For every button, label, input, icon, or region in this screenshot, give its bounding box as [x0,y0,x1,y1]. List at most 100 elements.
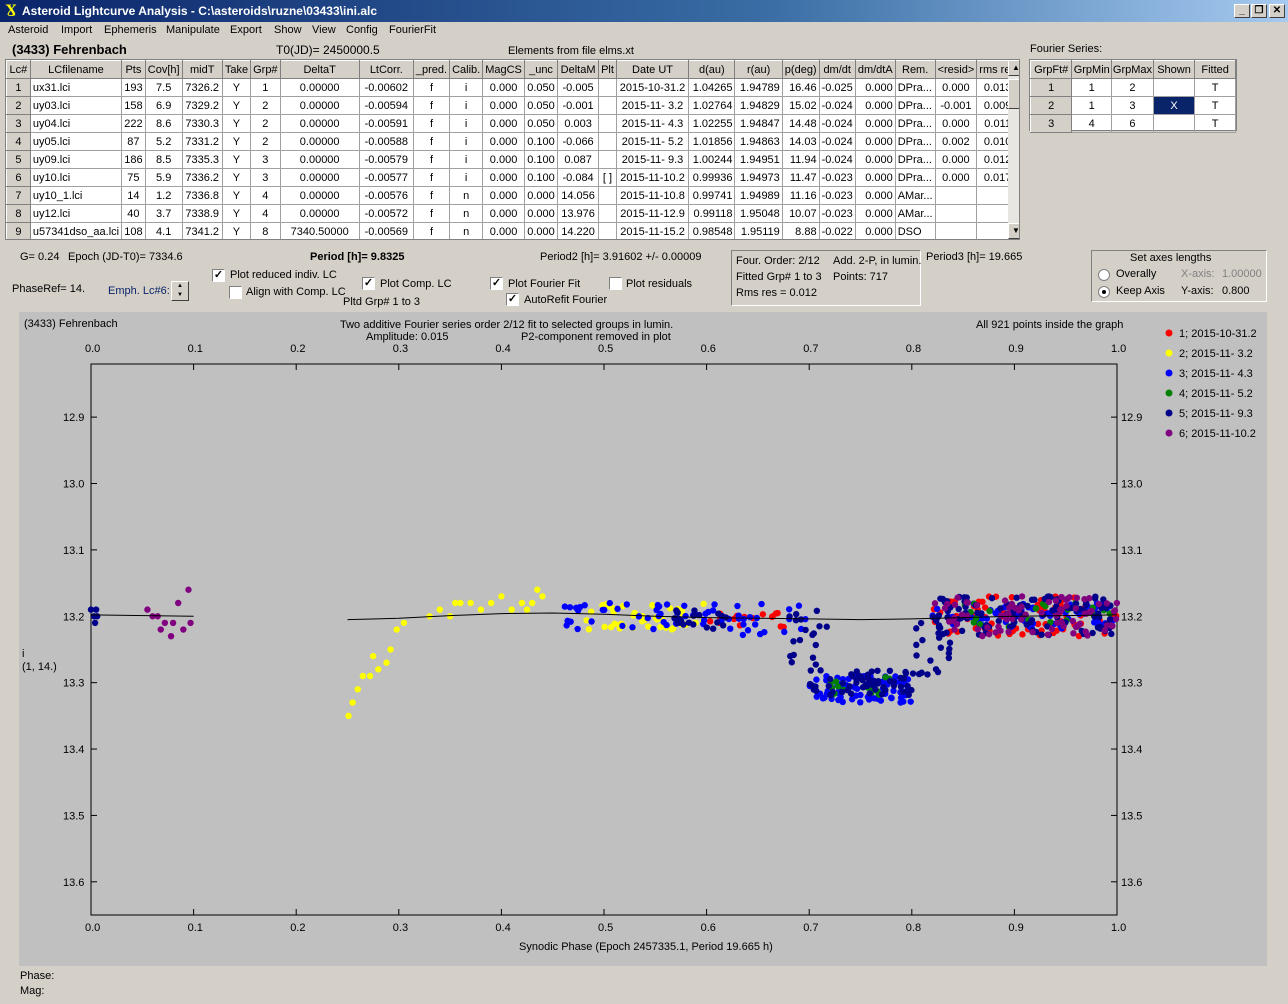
table-cell[interactable]: 0.00000 [279,150,360,169]
table-cell[interactable]: DSO [894,222,936,239]
table-cell[interactable]: 0.00000 [279,114,360,133]
column-header[interactable]: Plt [598,60,617,79]
fourier-row-header[interactable]: 3 [1029,114,1073,133]
fourier-cell[interactable]: 3 [1111,96,1154,115]
table-cell[interactable]: 0.100 [523,150,559,169]
table-cell[interactable]: -0.00569 [358,222,414,239]
table-cell[interactable]: n [449,186,484,205]
plot-residuals-checkbox[interactable] [609,277,622,290]
table-cell[interactable]: DPra... [894,78,936,97]
column-header[interactable]: LCfilename [29,60,123,79]
fourier-cell[interactable]: T [1194,96,1236,115]
table-cell[interactable]: 2015-11-15.2 [615,222,690,239]
table-cell[interactable]: 193 [121,78,146,97]
table-cell[interactable]: 2 [250,114,281,133]
table-cell[interactable]: i [449,78,484,97]
table-cell[interactable]: 0.00000 [279,168,360,187]
table-cell[interactable] [598,222,617,239]
table-cell[interactable]: Y [221,204,252,223]
column-header[interactable]: MagCS [482,60,525,79]
table-cell[interactable]: 7330.3 [181,114,223,133]
lightcurve-plot[interactable]: 0.0 0.0 0.1 0.1 0.2 0.2 0.3 0.3 0.4 0.4 0.5 0.5 0.6 0… [19,312,1267,966]
table-cell[interactable]: Y [221,222,252,239]
table-cell[interactable]: 1.04265 [688,78,736,97]
row-header[interactable]: 1 [6,78,31,97]
table-cell[interactable]: 222 [121,114,146,133]
table-cell[interactable]: 8.88 [781,222,820,239]
column-header[interactable]: Rem. [894,60,936,79]
table-cell[interactable]: 0.000 [482,150,525,169]
table-row[interactable]: 6 uy10.lci 75 5.9 7336.2 Y 3 0.00000 -0.00577 f i 0… [6,168,1019,187]
table-row[interactable]: 9 u57341dso_aa.lci 108 4.1 7341.2 Y 8 7340.5000… [6,222,1019,239]
table-cell[interactable]: 4 [250,186,281,205]
fourier-cell[interactable]: 4 [1071,114,1113,133]
table-cell[interactable]: n [449,204,484,223]
table-cell[interactable]: Y [221,114,252,133]
lightcurve-table[interactable]: Lc# LCfilename Pts Cov[h] midT Take Grp# DeltaT… [5,59,1020,240]
table-row[interactable]: 5 uy09.lci 186 8.5 7335.3 Y 3 0.00000 -0.00579 f i… [6,150,1019,169]
table-cell[interactable]: 1.94847 [734,114,783,133]
table-cell[interactable]: 0.98548 [688,222,736,239]
fourier-cell[interactable] [1152,114,1196,133]
table-cell[interactable]: 0.000 [482,114,525,133]
table-cell[interactable]: i [449,150,484,169]
table-cell[interactable]: 0.000 [482,222,525,239]
menu-ephemeris[interactable]: Ephemeris [104,24,157,36]
table-cell[interactable]: 1.02255 [688,114,736,133]
table-cell[interactable]: DPra... [894,150,936,169]
table-cell[interactable]: uy12.lci [29,204,123,223]
column-header[interactable]: dm/dtA [854,60,896,79]
table-cell[interactable]: 0.000 [482,168,525,187]
table-cell[interactable]: 7338.9 [181,204,223,223]
table-cell[interactable]: 0.000 [854,204,896,223]
fourier-cell[interactable] [1152,78,1196,97]
table-cell[interactable]: 108 [121,222,146,239]
table-cell[interactable]: -0.00602 [358,78,414,97]
table-cell[interactable]: -0.023 [818,168,856,187]
table-cell[interactable]: 8.6 [144,114,183,133]
table-cell[interactable]: 0.000 [523,204,559,223]
table-cell[interactable]: -0.00591 [358,114,414,133]
table-cell[interactable]: i [449,168,484,187]
column-header[interactable]: Grp# [250,60,281,79]
table-cell[interactable]: 0.000 [482,78,525,97]
table-cell[interactable]: 0.99118 [688,204,736,223]
table-cell[interactable]: -0.024 [818,114,856,133]
fourier-cell[interactable]: T [1194,114,1236,133]
table-cell[interactable]: 186 [121,150,146,169]
fourier-row[interactable]: 213XT [1029,96,1236,115]
table-cell[interactable]: 8 [250,222,281,239]
table-cell[interactable]: uy10_1.lci [29,186,123,205]
table-cell[interactable]: 14.48 [781,114,820,133]
table-cell[interactable]: 7326.2 [181,78,223,97]
table-cell[interactable]: Y [221,186,252,205]
table-cell[interactable]: Y [221,96,252,115]
table-cell[interactable]: 0.100 [523,168,559,187]
table-cell[interactable]: 7335.3 [181,150,223,169]
table-cell[interactable]: -0.024 [818,132,856,151]
table-cell[interactable]: 0.000 [854,78,896,97]
menu-show[interactable]: Show [274,24,302,36]
table-scrollbar[interactable]: ▲ ▼ [1008,60,1019,239]
table-cell[interactable]: u57341dso_aa.lci [29,222,123,239]
table-cell[interactable]: 0.00000 [279,96,360,115]
table-cell[interactable]: -0.022 [818,222,856,239]
table-cell[interactable]: -0.084 [557,168,600,187]
table-cell[interactable]: 0.00000 [279,132,360,151]
table-cell[interactable]: 1.94829 [734,96,783,115]
table-cell[interactable]: 7340.50000 [279,222,360,239]
fourier-cell[interactable]: 6 [1111,114,1154,133]
table-cell[interactable]: 11.16 [781,186,820,205]
table-cell[interactable]: 10.07 [781,204,820,223]
column-header[interactable]: p(deg) [781,60,820,79]
table-cell[interactable]: uy04.lci [29,114,123,133]
fourier-row[interactable]: 346 T [1029,114,1236,133]
table-cell[interactable]: ux31.lci [29,78,123,97]
table-cell[interactable]: f [412,150,451,169]
table-cell[interactable]: 0.00000 [279,186,360,205]
table-cell[interactable]: f [412,96,451,115]
minimize-button[interactable]: _ [1234,4,1250,18]
menu-fourierfit[interactable]: FourierFit [389,24,436,36]
row-header[interactable]: 8 [6,204,31,223]
table-cell[interactable]: -0.00594 [358,96,414,115]
